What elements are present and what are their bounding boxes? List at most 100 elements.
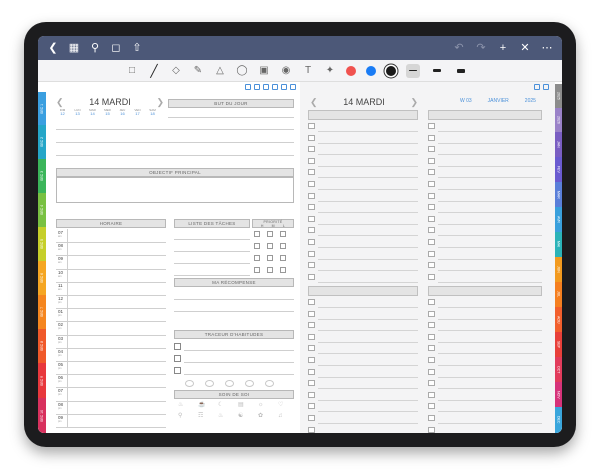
checklist-line[interactable] — [438, 258, 542, 260]
month-tab-oct[interactable]: OCT — [555, 357, 562, 382]
checklist-checkbox[interactable] — [308, 227, 315, 234]
month-tab-sep[interactable]: SEP — [555, 332, 562, 357]
checklist-checkbox[interactable] — [308, 169, 315, 176]
checklist-line[interactable] — [438, 177, 542, 179]
checklist-checkbox[interactable] — [308, 299, 315, 305]
weekday[interactable]: VEN 17 — [131, 108, 144, 116]
hour-slot[interactable] — [56, 295, 166, 296]
mood-icon[interactable] — [245, 380, 254, 387]
checklist-line[interactable] — [438, 399, 542, 401]
weekday[interactable]: DIM 12 — [56, 108, 69, 116]
section-tab-5[interactable]: SEC 5 — [38, 227, 46, 261]
next-day-button[interactable]: ❯ — [410, 97, 418, 108]
cup-icon[interactable]: ☕ — [198, 402, 205, 408]
share-icon[interactable]: ⇧ — [131, 36, 143, 60]
hour-slot[interactable] — [56, 268, 166, 270]
lasso-select-icon[interactable]: ◯ — [236, 65, 248, 77]
pen-icon[interactable]: ╱ — [148, 64, 160, 78]
checklist-checkbox[interactable] — [308, 134, 315, 141]
objectif-principal-box[interactable] — [56, 177, 294, 203]
checklist-checkbox[interactable] — [428, 157, 435, 164]
checklist-line[interactable] — [438, 388, 542, 390]
calendar-icon[interactable] — [254, 84, 260, 90]
sleep-icon[interactable]: ☾ — [218, 402, 223, 408]
habit-line[interactable] — [184, 350, 294, 351]
lasso-icon[interactable]: □ — [126, 65, 138, 77]
checklist-line[interactable] — [318, 353, 418, 355]
yoga-icon[interactable]: ☯ — [238, 413, 243, 419]
checklist-checkbox[interactable] — [308, 215, 315, 222]
checklist-line[interactable] — [438, 307, 542, 308]
checklist-checkbox[interactable] — [428, 380, 435, 387]
checklist-checkbox[interactable] — [428, 426, 435, 433]
priority-checkbox[interactable] — [267, 243, 273, 249]
priority-checkbox[interactable] — [280, 243, 286, 249]
checklist-checkbox[interactable] — [428, 239, 435, 245]
goal-line[interactable] — [56, 129, 294, 130]
checklist-line[interactable] — [438, 318, 542, 320]
hour-slot[interactable] — [56, 361, 166, 362]
checklist-line[interactable] — [318, 388, 418, 390]
bath-icon[interactable]: ♨ — [218, 413, 223, 419]
notes-icon[interactable] — [281, 84, 287, 90]
checklist-checkbox[interactable] — [308, 403, 315, 410]
checklist-line[interactable] — [318, 281, 418, 283]
year-tab-2025[interactable]: 2025 — [555, 84, 562, 108]
grid-icon[interactable]: ▦ — [68, 36, 80, 60]
task-line[interactable] — [174, 251, 250, 252]
color-black-swatch[interactable] — [386, 65, 396, 76]
checklist-checkbox[interactable] — [308, 239, 315, 245]
checklist-checkbox[interactable] — [428, 215, 435, 222]
section-tab-4[interactable]: SEC 4 — [38, 193, 46, 227]
year-tab-2026[interactable]: 2026 — [555, 108, 562, 132]
checklist-line[interactable] — [318, 318, 418, 320]
week-icon[interactable] — [263, 84, 269, 90]
month-tab-jun[interactable]: JUN — [555, 257, 562, 282]
month-tab-feb[interactable]: FEV — [555, 157, 562, 182]
priority-checkbox[interactable] — [254, 267, 260, 273]
book-icon[interactable]: ▤ — [238, 402, 244, 408]
habit-checkbox[interactable] — [174, 367, 181, 374]
hour-slot[interactable] — [56, 281, 166, 283]
section-tab-1[interactable]: SEC 1 — [38, 92, 46, 125]
line-thick-option[interactable] — [454, 64, 468, 78]
image-icon[interactable]: ▣ — [258, 65, 270, 77]
section-tab-3[interactable]: SEC 3 — [38, 159, 46, 193]
redo-icon[interactable]: ↷ — [475, 36, 487, 60]
checklist-checkbox[interactable] — [308, 357, 315, 363]
checklist-line[interactable] — [318, 341, 418, 343]
goal-line[interactable] — [56, 142, 294, 143]
checklist-line[interactable] — [318, 411, 418, 413]
text-icon[interactable]: T — [302, 65, 314, 77]
breadcrumb-week[interactable]: W 03 — [460, 98, 472, 104]
more-icon[interactable]: ⋯ — [541, 36, 553, 60]
checklist-line[interactable] — [438, 131, 542, 132]
hour-slot[interactable] — [56, 255, 166, 257]
checklist-checkbox[interactable] — [428, 368, 435, 375]
bookmark-icon[interactable]: ◻ — [110, 36, 122, 60]
checklist-line[interactable] — [438, 247, 542, 248]
section-tab-8[interactable]: SEC 8 — [38, 329, 46, 363]
priority-checkbox[interactable] — [267, 267, 273, 273]
priority-checkbox[interactable] — [280, 267, 286, 273]
template-icon[interactable] — [534, 84, 540, 90]
checklist-line[interactable] — [438, 235, 542, 237]
section-tab-7[interactable]: SEC 7 — [38, 295, 46, 329]
highlighter-icon[interactable]: ✎ — [192, 65, 204, 77]
checklist-checkbox[interactable] — [428, 181, 435, 187]
checklist-line[interactable] — [318, 270, 418, 272]
checklist-line[interactable] — [318, 165, 418, 167]
checklist-checkbox[interactable] — [428, 322, 435, 329]
checklist-line[interactable] — [438, 270, 542, 272]
checklist-checkbox[interactable] — [308, 157, 315, 164]
checklist-checkbox[interactable] — [308, 123, 315, 129]
checklist-checkbox[interactable] — [308, 368, 315, 375]
next-day-button[interactable]: ❯ — [156, 97, 164, 108]
checklist-checkbox[interactable] — [308, 181, 315, 187]
checklist-line[interactable] — [318, 307, 418, 308]
checklist-checkbox[interactable] — [308, 250, 315, 257]
month-tab-nov[interactable]: NOV — [555, 382, 562, 407]
mood-icon[interactable] — [265, 380, 274, 387]
checklist-line[interactable] — [438, 365, 542, 366]
mood-icon[interactable] — [225, 380, 234, 387]
